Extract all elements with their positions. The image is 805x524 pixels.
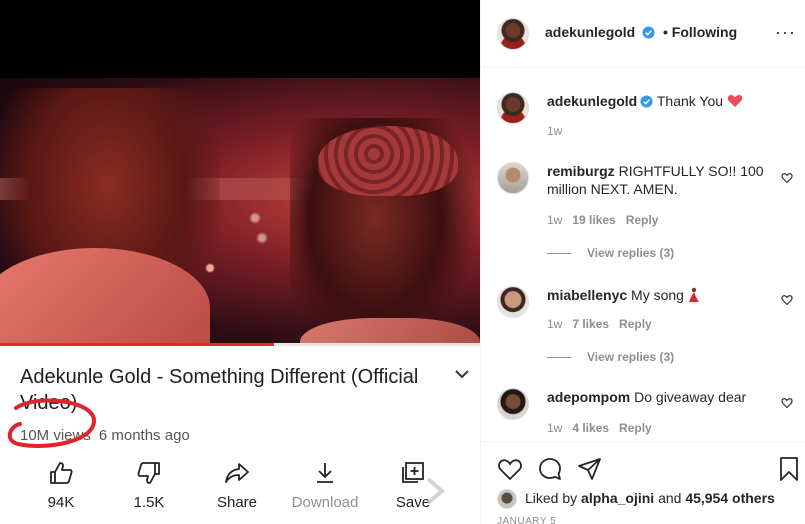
caption-username[interactable]: adekunlegold — [547, 93, 637, 109]
comment-meta: 1w 7 likes Reply — [547, 317, 652, 331]
author-line: adekunlegold • Following — [545, 24, 737, 40]
comment-time: 1w — [547, 421, 563, 435]
comment-meta: 1w 19 likes Reply — [547, 213, 658, 227]
video-info-panel: Adekunle Gold - Something Different (Off… — [0, 346, 480, 524]
liker-avatar[interactable] — [497, 489, 517, 509]
reply-button[interactable]: Reply — [619, 317, 652, 331]
following-button[interactable]: • Following — [663, 24, 737, 40]
commenter-username[interactable]: miabellenyc — [547, 287, 627, 303]
author-avatar[interactable] — [497, 18, 529, 50]
more-options-icon[interactable]: ··· — [775, 22, 796, 43]
comment-body: remiburgz RIGHTFULLY SO!! 100 million NE… — [547, 162, 767, 198]
post-date: JANUARY 5 — [497, 516, 557, 524]
post-media: Adekunle Gold - Something Different (Off… — [0, 0, 480, 524]
likes-count[interactable]: 45,954 others — [685, 490, 775, 506]
verified-badge-icon — [640, 95, 653, 108]
like-comment-heart-icon[interactable] — [781, 397, 793, 409]
view-replies-label: View replies (3) — [587, 350, 675, 364]
comment-body: miabellenyc My song — [547, 286, 767, 304]
comment-time: 1w — [547, 317, 563, 331]
dislike-count: 1.5K — [133, 494, 165, 511]
download-icon — [317, 463, 333, 483]
like-button[interactable]: 94K — [18, 461, 104, 511]
comment-item: remiburgz RIGHTFULLY SO!! 100 million NE… — [497, 162, 797, 262]
upload-age: 6 months ago — [98, 427, 190, 444]
comment-time: 1w — [547, 213, 563, 227]
woman-bandana — [318, 126, 458, 196]
dancer-emoji-icon — [688, 287, 699, 302]
likes-summary: Liked by alpha_ojini and 45,954 others — [525, 490, 775, 506]
download-label: Download — [291, 494, 359, 511]
comment-likes[interactable]: 4 likes — [572, 421, 609, 435]
like-count: 94K — [47, 494, 75, 511]
comment-item: adepompom Do giveaway dear 1w 4 likes Repl… — [497, 388, 797, 438]
comment-text: Do giveaway dear — [634, 389, 747, 405]
replies-divider — [547, 357, 571, 359]
caption: adekunlegold Thank You 1w — [497, 92, 797, 142]
video-action-bar: 94K 1.5K Share Download Save — [18, 461, 458, 521]
verified-badge-icon — [642, 26, 655, 39]
liker-username[interactable]: alpha_ojini — [581, 490, 654, 506]
comment-icon[interactable] — [537, 456, 563, 482]
instagram-sidebar: adekunlegold • Following ··· adekunlegol… — [480, 0, 805, 524]
view-replies-button[interactable]: View replies (3) — [547, 350, 674, 364]
author-username[interactable]: adekunlegold — [545, 24, 635, 40]
share-label: Share — [216, 494, 258, 511]
liked-by-and: and — [658, 490, 682, 506]
post-actions — [481, 441, 805, 524]
caption-avatar[interactable] — [497, 92, 529, 124]
reply-button[interactable]: Reply — [626, 213, 659, 227]
caption-body: adekunlegold Thank You — [547, 92, 767, 110]
reply-button[interactable]: Reply — [619, 421, 652, 435]
share-button[interactable]: Share — [194, 461, 280, 511]
share-icon — [225, 463, 249, 483]
liked-by-prefix: Liked by — [525, 490, 578, 506]
replies-divider — [547, 253, 571, 255]
like-comment-heart-icon[interactable] — [781, 294, 793, 306]
red-annotation-circle — [7, 398, 96, 448]
comment-body: adepompom Do giveaway dear — [547, 388, 767, 406]
video-frame[interactable] — [0, 78, 480, 346]
commenter-avatar[interactable] — [497, 388, 529, 420]
view-replies-button[interactable]: View replies (3) — [547, 246, 674, 260]
red-heart-emoji-icon — [727, 94, 743, 107]
comment-text: My song — [631, 287, 684, 303]
post-header: adekunlegold • Following ··· — [481, 0, 805, 68]
share-direct-icon[interactable] — [577, 456, 603, 482]
comment-meta: 1w 4 likes Reply — [547, 421, 652, 435]
commenter-username[interactable]: remiburgz — [547, 163, 615, 179]
thumbs-down-icon — [137, 462, 160, 484]
view-replies-label: View replies (3) — [587, 246, 675, 260]
caption-time: 1w — [547, 124, 563, 138]
like-heart-icon[interactable] — [497, 456, 523, 482]
comment-likes[interactable]: 7 likes — [572, 317, 609, 331]
next-arrow-icon[interactable] — [418, 475, 450, 507]
bookmark-icon[interactable] — [776, 456, 802, 482]
caption-text: Thank You — [656, 93, 724, 109]
thumbs-up-icon — [50, 462, 73, 484]
download-button[interactable]: Download — [282, 461, 368, 511]
chevron-down-icon[interactable] — [452, 364, 472, 384]
commenter-username[interactable]: adepompom — [547, 389, 630, 405]
comment-item: miabellenyc My song 1w 7 likes Reply View … — [497, 286, 797, 366]
comment-likes[interactable]: 19 likes — [572, 213, 615, 227]
dislike-button[interactable]: 1.5K — [106, 461, 192, 511]
commenter-avatar[interactable] — [497, 286, 529, 318]
commenter-avatar[interactable] — [497, 162, 529, 194]
like-comment-heart-icon[interactable] — [781, 172, 793, 184]
